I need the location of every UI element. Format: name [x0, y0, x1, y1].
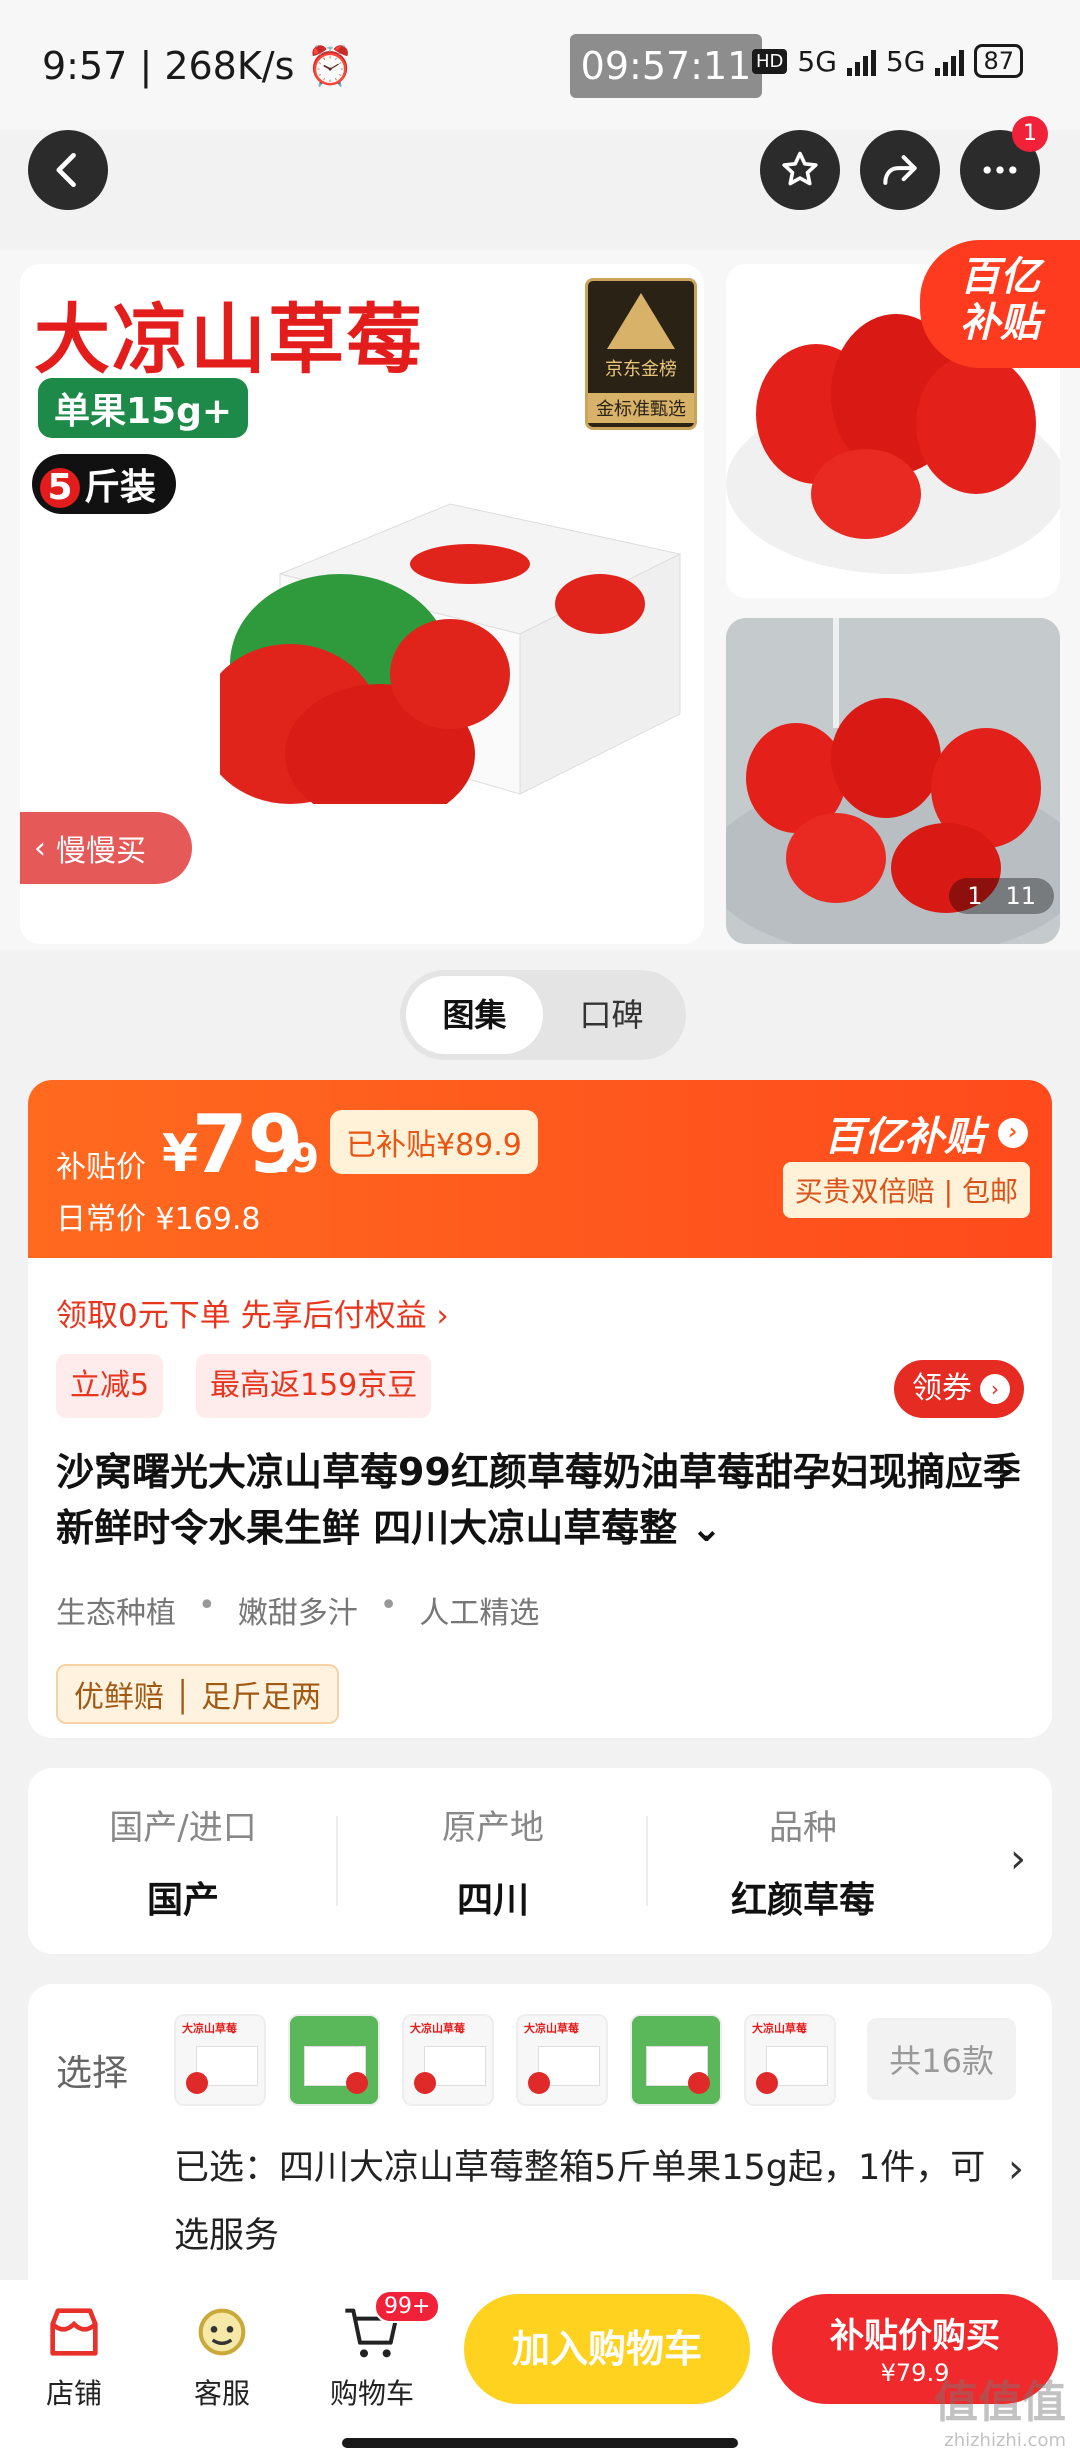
jingdou-tag: 最高返159京豆 — [196, 1354, 432, 1418]
feature-item: 生态种植 — [56, 1596, 176, 1631]
chevron-right-icon[interactable]: › — [1010, 1836, 1026, 1882]
gold-triangle-icon — [607, 293, 675, 349]
customer-service-icon — [198, 2308, 246, 2356]
sku-select-card[interactable]: 选择 大凉山草莓 大凉山草莓 大凉山草莓 大凉山草莓 共16款 已选：四川大凉山… — [28, 1984, 1052, 2284]
attributes-card[interactable]: 国产/进口 国产 原产地 四川 品种 红颜草莓 › — [28, 1768, 1052, 1954]
pay-later-link[interactable]: 领取0元下单 先享后付权益 › — [56, 1290, 449, 1335]
image-counter: 1 11 — [949, 878, 1054, 914]
sku-thumb[interactable]: 大凉山草莓 — [744, 2014, 836, 2106]
status-time: 9:57 — [42, 44, 128, 88]
sku-thumb[interactable]: 大凉山草莓 — [516, 2014, 608, 2106]
feature-item: 嫩甜多汁 — [237, 1596, 358, 1631]
customer-service-button[interactable]: 客服 — [162, 2300, 282, 2412]
chevron-right-icon: › — [980, 1374, 1010, 1404]
subsidy-price-label: 补贴价 — [56, 1150, 146, 1185]
product-title[interactable]: 沙窝曙光大凉山草莓99红颜草莓奶油草莓甜孕妇现摘应季新鲜时令水果生鲜 四川大凉山… — [56, 1444, 1028, 1556]
status-left: 9:57 | 268K/s ⏰ — [42, 44, 354, 88]
watermark: 值值值 zhizhizhi.com — [934, 2377, 1066, 2451]
chevron-left-icon: ‹ — [34, 830, 46, 866]
sku-count-chip[interactable]: 共16款 — [867, 2018, 1016, 2100]
tab-gallery[interactable]: 图集 — [406, 976, 543, 1054]
add-to-cart-button[interactable]: 加入购物车 — [464, 2294, 750, 2404]
more-button[interactable]: 1 — [960, 116, 1048, 210]
subsidized-amount: 已补贴¥89.9 — [330, 1110, 538, 1174]
shop-icon — [50, 2308, 98, 2356]
select-label: 选择 — [56, 2053, 129, 2094]
discount-tag: 立减5 — [56, 1354, 164, 1418]
strawberry-box-illustration — [220, 503, 682, 804]
favorite-button[interactable] — [760, 130, 840, 210]
home-indicator[interactable] — [342, 2438, 738, 2448]
back-arrow-icon — [56, 152, 76, 188]
cart-button[interactable]: 99+ 购物车 — [312, 2290, 441, 2412]
cart-count-badge: 99+ — [374, 2290, 441, 2323]
get-coupon-button[interactable]: 领券 › — [894, 1360, 1024, 1418]
signal-1-label: 5G — [797, 44, 837, 78]
feature-item: 人工精选 — [419, 1596, 540, 1631]
image-weight-tag: 单果15g+ — [38, 378, 249, 438]
price-banner: 补贴价 ¥ 79 .9 已补贴¥89.9 日常价 ¥169.8 百亿补贴 › 买… — [28, 1080, 1052, 1260]
feature-list: 生态种植 • 嫩甜多汁 • 人工精选 — [56, 1588, 540, 1631]
gold-list-badge: 京东金榜 金标准甄选 — [585, 278, 697, 430]
status-right: HD 5G 5G 87 — [752, 44, 1023, 78]
tab-reviews[interactable]: 口碑 — [543, 976, 680, 1054]
hd-icon: HD — [752, 48, 788, 74]
daily-price: 日常价 ¥169.8 — [56, 1202, 261, 1237]
product-info-card: 领取0元下单 先享后付权益 › 立减5 最高返159京豆 领券 › 沙窝曙光大凉山… — [28, 1258, 1052, 1738]
battery-icon: 87 — [974, 44, 1023, 78]
star-icon — [782, 151, 818, 186]
slow-buy-tag[interactable]: ‹ 慢慢买 — [20, 812, 192, 884]
image-title: 大凉山草莓 — [34, 295, 424, 384]
floating-clock: 09:57:11 — [570, 34, 762, 98]
bottom-action-bar: 店铺 客服 99+ 购物车 加入购物车 补贴价购买 ¥79.9 — [0, 2280, 1080, 2460]
freshness-guarantee-tag[interactable]: 优鲜赔 │ 足斤足两 — [56, 1664, 340, 1724]
sku-thumb[interactable] — [630, 2014, 722, 2106]
product-gallery[interactable]: 大凉山草莓 单果15g+ 5 斤装 京东金榜 金标准甄选 ‹ 慢慢买 百亿 补贴… — [0, 240, 1080, 950]
signal-2-label: 5G — [885, 44, 926, 78]
alarm-icon: ⏰ — [306, 44, 354, 88]
attribute-origin-type: 国产/进口 国产 — [28, 1768, 338, 1954]
subsidy-guarantee-tags: 买贵双倍赔 | 包邮 — [782, 1162, 1030, 1218]
back-button[interactable] — [28, 130, 108, 210]
share-icon — [883, 155, 917, 185]
attribute-variety: 品种 红颜草莓 — [730, 1808, 875, 1921]
sku-thumb[interactable]: 大凉山草莓 — [402, 2014, 494, 2106]
price-decimal: .9 — [276, 1136, 320, 1182]
signal-icon — [935, 46, 965, 76]
main-product-image[interactable]: 大凉山草莓 单果15g+ 5 斤装 京东金榜 金标准甄选 ‹ 慢慢买 — [20, 264, 704, 944]
shop-button[interactable]: 店铺 — [14, 2300, 134, 2412]
sku-thumb[interactable]: 大凉山草莓 — [174, 2014, 266, 2106]
notification-badge: 1 — [1012, 116, 1048, 152]
chevron-right-icon[interactable]: › — [1008, 2146, 1024, 2192]
billion-subsidy-link[interactable]: 百亿补贴 › — [824, 1104, 1028, 1162]
image-jin-tag: 5 斤装 — [32, 454, 177, 514]
signal-icon — [846, 46, 876, 76]
status-bar: 9:57 | 268K/s ⏰ 09:57:11 HD 5G 5G 87 — [0, 0, 1080, 130]
media-tabs: 图集 口碑 — [400, 970, 686, 1060]
chevron-right-icon: › — [998, 1118, 1028, 1148]
subsidy-corner-badge: 百亿 补贴 — [920, 240, 1080, 368]
selected-sku-text[interactable]: 已选：四川大凉山草莓整箱5斤单果15g起，1件，可选服务 — [174, 2134, 1004, 2270]
sku-thumbnails: 大凉山草莓 大凉山草莓 大凉山草莓 大凉山草莓 — [174, 2014, 836, 2106]
attribute-origin-place: 原产地 四川 — [338, 1768, 648, 1954]
status-speed: 268K/s — [164, 44, 295, 88]
share-button[interactable] — [860, 130, 940, 210]
sku-thumb[interactable] — [288, 2014, 380, 2106]
more-dots-icon — [983, 166, 1017, 174]
